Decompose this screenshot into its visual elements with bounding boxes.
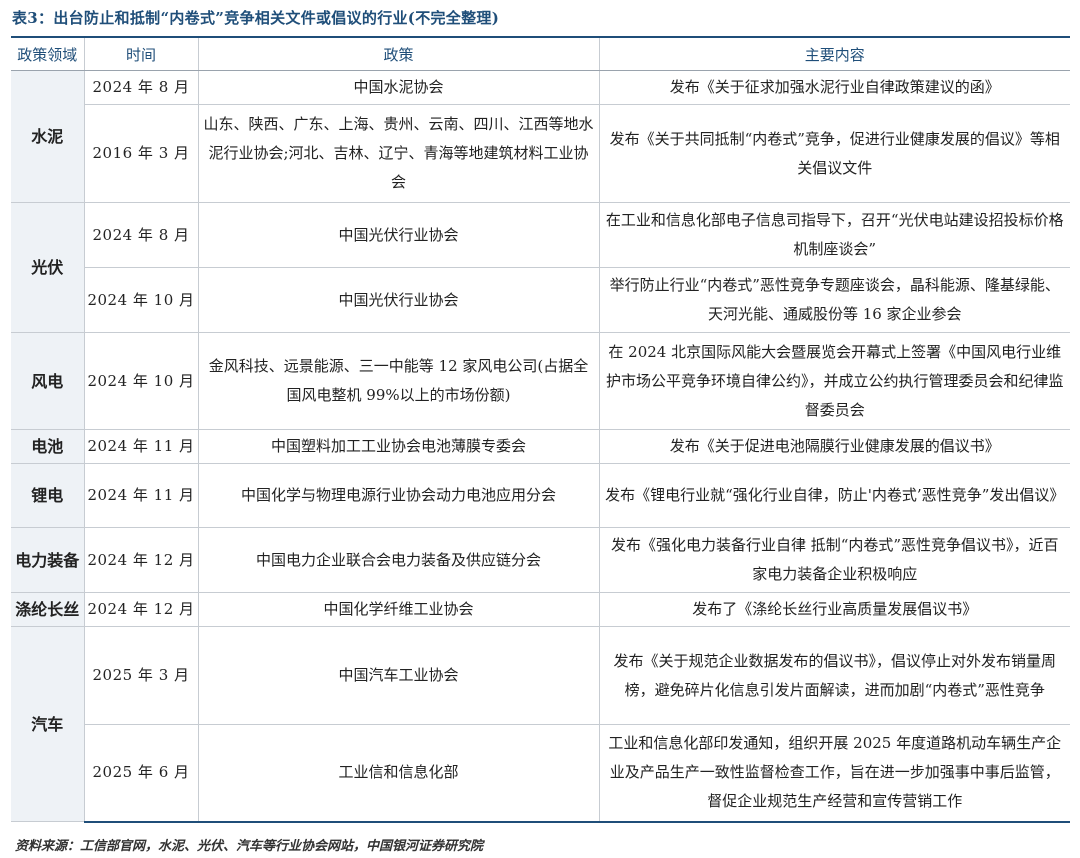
table-title: 表3：出台防止和抵制“内卷式”竞争相关文件或倡议的行业(不完全整理) <box>12 9 500 27</box>
policy-table: 政策领域 时间 政策 主要内容 水泥 2024 年 8 月 中国水泥协会 发布《… <box>11 38 1070 823</box>
content-cell: 发布《锂电行业就“强化行业自律，防止'内卷式’恶性竞争”发出倡议》 <box>599 463 1070 528</box>
table-row: 水泥 2024 年 8 月 中国水泥协会 发布《关于征求加强水泥行业自律政策建议… <box>11 70 1070 203</box>
table-row: 电力装备 2024 年 12 月 中国电力企业联合会电力装备及供应链分会 发布《… <box>11 527 1070 593</box>
policy-cell: 中国化学与物理电源行业协会动力电池应用分会 <box>198 463 600 528</box>
table-row: 锂电 2024 年 11 月 中国化学与物理电源行业协会动力电池应用分会 发布《… <box>11 463 1070 528</box>
table-row: 2024 年 10 月 中国光伏行业协会 举行防止行业“内卷式”恶性竞争专题座谈… <box>11 267 1070 333</box>
time-cell: 2016 年 3 月 <box>84 104 199 203</box>
header-time: 时间 <box>84 38 199 71</box>
table-header-row: 政策领域 时间 政策 主要内容 <box>11 38 1070 71</box>
table-row: 涤纶长丝 2024 年 12 月 中国化学纤维工业协会 发布了《涤纶长丝行业高质… <box>11 592 1070 627</box>
header-content: 主要内容 <box>599 38 1070 71</box>
content-cell: 发布了《涤纶长丝行业高质量发展倡议书》 <box>599 592 1070 627</box>
policy-cell: 中国汽车工业协会 <box>198 626 600 725</box>
content-cell: 发布《关于征求加强水泥行业自律政策建议的函》 <box>599 70 1070 105</box>
content-cell: 发布《强化电力装备行业自律 抵制“内卷式”恶性竞争倡议书》，近百家电力装备企业积… <box>599 527 1070 593</box>
policy-cell: 中国电力企业联合会电力装备及供应链分会 <box>198 527 600 593</box>
domain-cell-polyester: 涤纶长丝 <box>11 592 85 627</box>
policy-cell: 中国水泥协会 <box>198 70 600 105</box>
policy-cell: 中国光伏行业协会 <box>198 202 600 268</box>
domain-cell-wind: 风电 <box>11 332 85 430</box>
table-row: 光伏 2024 年 8 月 中国光伏行业协会 在工业和信息化部电子信息司指导下，… <box>11 202 1070 333</box>
time-cell: 2024 年 12 月 <box>84 592 199 627</box>
policy-cell: 金风科技、远景能源、三一中能等 12 家风电公司(占据全国风电整机 99%以上的… <box>198 332 600 430</box>
source-note: 资料来源：工信部官网，水泥、光伏、汽车等行业协会网站，中国银河证券研究院 <box>15 839 484 854</box>
time-cell: 2024 年 10 月 <box>84 267 199 333</box>
domain-cell-battery: 电池 <box>11 429 85 464</box>
policy-cell: 中国化学纤维工业协会 <box>198 592 600 627</box>
time-cell: 2024 年 8 月 <box>84 70 199 105</box>
content-cell: 工业和信息化部印发通知，组织开展 2025 年度道路机动车辆生产企业及产品生产一… <box>599 724 1070 823</box>
table-row: 2016 年 3 月 山东、陕西、广东、上海、贵州、云南、四川、江西等地水泥行业… <box>11 104 1070 203</box>
domain-cell-pv: 光伏 <box>11 202 85 333</box>
table-row: 风电 2024 年 10 月 金风科技、远景能源、三一中能等 12 家风电公司(… <box>11 332 1070 430</box>
policy-cell: 中国塑料加工工业协会电池薄膜专委会 <box>198 429 600 464</box>
header-domain: 政策领域 <box>11 38 85 71</box>
content-cell: 发布《关于共同抵制“内卷式”竞争，促进行业健康发展的倡议》等相关倡议文件 <box>599 104 1070 203</box>
content-cell: 发布《关于规范企业数据发布的倡议书》，倡议停止对外发布销量周榜，避免碎片化信息引… <box>599 626 1070 725</box>
domain-cell-auto: 汽车 <box>11 626 85 822</box>
time-cell: 2025 年 3 月 <box>84 626 199 725</box>
time-cell: 2024 年 11 月 <box>84 463 199 528</box>
content-cell: 举行防止行业“内卷式”恶性竞争专题座谈会，晶科能源、隆基绿能、天河光能、通威股份… <box>599 267 1070 333</box>
table-row: 2025 年 6 月 工业信和信息化部 工业和信息化部印发通知，组织开展 202… <box>11 724 1070 823</box>
time-cell: 2024 年 11 月 <box>84 429 199 464</box>
time-cell: 2024 年 10 月 <box>84 332 199 430</box>
policy-cell: 工业信和信息化部 <box>198 724 600 823</box>
domain-cell-cement: 水泥 <box>11 70 85 203</box>
domain-cell-lithium: 锂电 <box>11 463 85 528</box>
time-cell: 2024 年 12 月 <box>84 527 199 593</box>
time-cell: 2024 年 8 月 <box>84 202 199 268</box>
domain-cell-power-equipment: 电力装备 <box>11 527 85 593</box>
content-cell: 发布《关于促进电池隔膜行业健康发展的倡议书》 <box>599 429 1070 464</box>
header-policy: 政策 <box>198 38 600 71</box>
time-cell: 2025 年 6 月 <box>84 724 199 823</box>
content-cell: 在工业和信息化部电子信息司指导下，召开“光伏电站建设招投标价格机制座谈会” <box>599 202 1070 268</box>
policy-cell: 山东、陕西、广东、上海、贵州、云南、四川、江西等地水泥行业协会;河北、吉林、辽宁… <box>198 104 600 203</box>
table-row: 电池 2024 年 11 月 中国塑料加工工业协会电池薄膜专委会 发布《关于促进… <box>11 429 1070 464</box>
table-row: 汽车 2025 年 3 月 中国汽车工业协会 发布《关于规范企业数据发布的倡议书… <box>11 626 1070 822</box>
content-cell: 在 2024 北京国际风能大会暨展览会开幕式上签署《中国风电行业维护市场公平竞争… <box>599 332 1070 430</box>
policy-cell: 中国光伏行业协会 <box>198 267 600 333</box>
